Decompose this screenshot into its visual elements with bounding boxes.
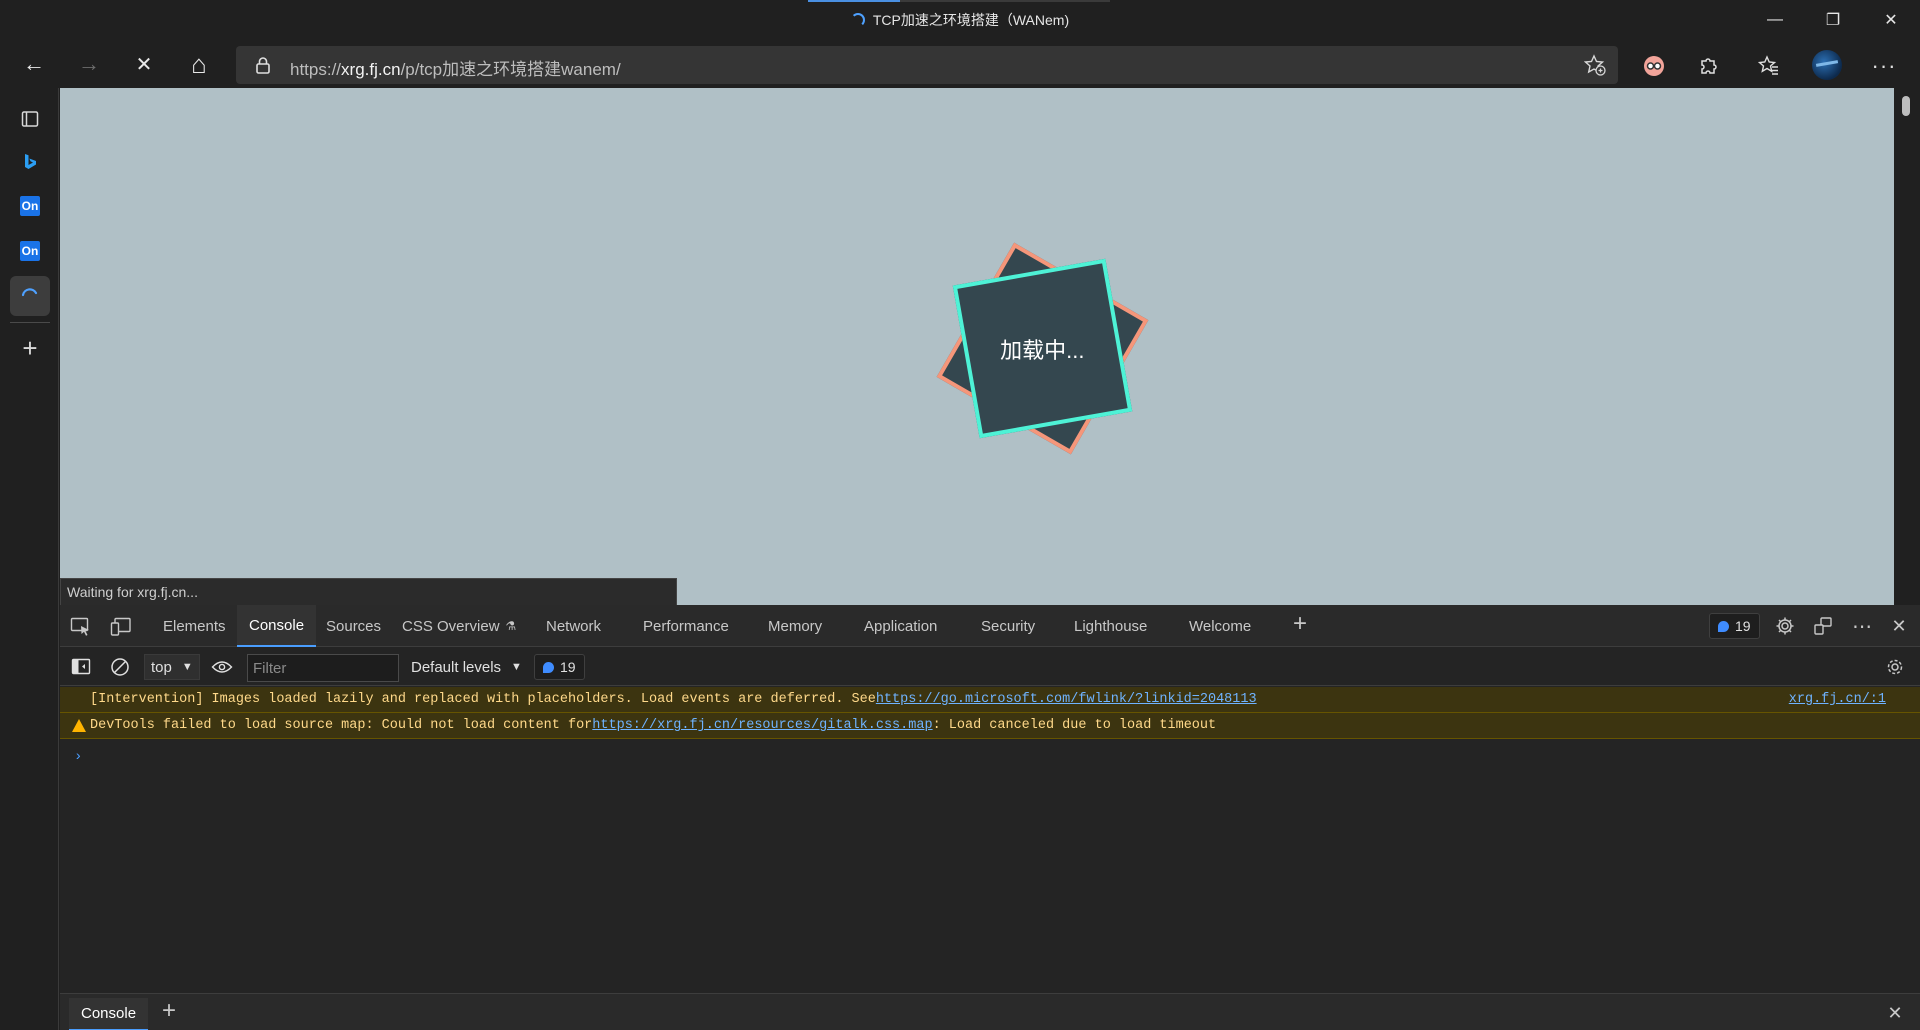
tab-memory[interactable]: Memory: [756, 605, 834, 647]
title-bar: TCP加速之环境搭建（WANem) — ❐ ✕: [0, 0, 1920, 40]
extension-avatar-icon[interactable]: [1636, 48, 1672, 84]
device-emulation-icon[interactable]: [108, 616, 134, 638]
console-filter-input[interactable]: [247, 654, 399, 682]
outlook-tab-1[interactable]: On: [10, 186, 50, 226]
stop-button[interactable]: ✕: [124, 44, 164, 84]
clear-console-icon[interactable]: [107, 656, 133, 678]
tab-network[interactable]: Network: [534, 605, 613, 647]
message-link[interactable]: https://go.microsoft.com/fwlink/?linkid=…: [876, 692, 1257, 707]
issues-counter[interactable]: 19: [1709, 613, 1760, 639]
window-title-text: TCP加速之环境搭建（WANem): [872, 12, 1070, 28]
sidebar-toggle-icon[interactable]: [68, 656, 94, 678]
more-options-button[interactable]: ···: [1866, 48, 1902, 84]
log-levels-label: Default levels: [411, 658, 502, 676]
new-tab-button[interactable]: +: [10, 328, 50, 368]
live-expression-eye-icon[interactable]: [209, 656, 235, 678]
add-tool-button[interactable]: +: [1287, 610, 1313, 637]
sidebar-divider: [10, 322, 50, 323]
warning-icon: [72, 719, 86, 732]
tab-security[interactable]: Security: [969, 605, 1047, 647]
restore-button[interactable]: ❐: [1804, 0, 1862, 40]
tab-sources[interactable]: Sources: [314, 605, 393, 647]
vertical-tabs-sidebar: On On +: [0, 88, 59, 1030]
dropdown-arrow-icon: ▼: [511, 661, 522, 673]
dropdown-arrow-icon: ▼: [181, 661, 193, 673]
scrollbar-thumb[interactable]: [1902, 96, 1910, 116]
add-favorite-icon[interactable]: [1584, 54, 1606, 76]
minimize-button[interactable]: —: [1746, 0, 1804, 40]
loading-spinner-icon: [21, 288, 38, 297]
window-title: TCP加速之环境搭建（WANem): [0, 10, 1920, 30]
console-issues-counter[interactable]: 19: [534, 654, 585, 680]
console-issues-count: 19: [560, 659, 576, 675]
devtools-panel: Elements Console Sources CSS Overview ⚗ N…: [60, 605, 1920, 1030]
home-button[interactable]: ⌂: [179, 44, 219, 84]
message-source-link[interactable]: xrg.fj.cn/:1: [1789, 692, 1886, 707]
log-levels-dropdown[interactable]: Default levels ▼: [411, 654, 522, 680]
gear-icon[interactable]: [1772, 615, 1798, 637]
drawer-add-tool-button[interactable]: +: [156, 997, 182, 1024]
console-prompt[interactable]: ›: [74, 749, 82, 765]
lock-icon[interactable]: [254, 56, 272, 74]
url-text[interactable]: https://xrg.fj.cn/p/tcp加速之环境搭建wanem/: [290, 55, 621, 80]
message-link[interactable]: https://xrg.fj.cn/resources/gitalk.css.m…: [592, 718, 932, 733]
message-icon: [1718, 620, 1729, 632]
context-selector[interactable]: top ▼: [144, 654, 200, 680]
tab-console[interactable]: Console: [237, 605, 317, 647]
tab-progress-strip: [808, 0, 1110, 2]
close-window-button[interactable]: ✕: [1862, 0, 1920, 40]
console-message-intervention: [Intervention] Images loaded lazily and …: [60, 687, 1920, 713]
forward-button[interactable]: →: [69, 44, 109, 84]
loader-front-square: 加载中...: [952, 258, 1133, 439]
loader-text: 加载中...: [1000, 337, 1085, 363]
loading-tab[interactable]: [10, 276, 50, 316]
context-value: top: [151, 658, 172, 676]
outlook-tab-2[interactable]: On: [10, 231, 50, 271]
console-output[interactable]: [Intervention] Images loaded lazily and …: [60, 687, 1920, 993]
tab-application[interactable]: Application: [852, 605, 949, 647]
onedrive-icon: On: [20, 241, 40, 261]
back-button[interactable]: ←: [14, 44, 54, 84]
tab-performance[interactable]: Performance: [631, 605, 741, 647]
console-message-warning: DevTools failed to load source map: Coul…: [60, 713, 1920, 739]
console-settings-gear-icon[interactable]: [1882, 656, 1908, 678]
tab-elements[interactable]: Elements: [151, 605, 238, 647]
message-text-suffix: : Load canceled due to load timeout: [932, 718, 1217, 733]
page-viewport[interactable]: 加载中...: [60, 88, 1894, 605]
console-toolbar: top ▼ Default levels ▼ 19: [60, 648, 1920, 686]
navigation-bar: ← → ✕ ⌂ https://xrg.fj.cn/p/tcp加速之环境搭建wa…: [0, 40, 1920, 115]
close-devtools-button[interactable]: ✕: [1886, 615, 1912, 637]
message-icon: [543, 661, 554, 673]
favorites-icon[interactable]: [1751, 48, 1787, 84]
tab-lighthouse[interactable]: Lighthouse: [1062, 605, 1159, 647]
devtools-more-button[interactable]: ⋯: [1849, 615, 1875, 638]
loading-spinner-icon: [850, 13, 865, 27]
tab-actions-icon[interactable]: [10, 99, 50, 139]
page-scrollbar[interactable]: [1894, 88, 1920, 605]
tab-welcome[interactable]: Welcome: [1177, 605, 1263, 647]
connected-devices-icon[interactable]: [1810, 615, 1836, 637]
drawer-tab-console[interactable]: Console: [69, 998, 149, 1030]
loading-indicator: 加载中...: [936, 242, 1149, 455]
puzzle-icon[interactable]: [1691, 48, 1727, 84]
tab-css-overview-label: CSS Overview: [402, 617, 500, 635]
tab-css-overview[interactable]: CSS Overview ⚗: [390, 605, 528, 647]
devtools-drawer: Console + ✕: [60, 993, 1920, 1030]
profile-avatar[interactable]: [1812, 50, 1842, 80]
bing-icon: [25, 154, 36, 169]
status-bubble: Waiting for xrg.fj.cn...: [60, 578, 677, 605]
bing-tab[interactable]: [10, 142, 50, 182]
issues-count: 19: [1735, 618, 1751, 634]
inspect-element-icon[interactable]: [68, 616, 94, 638]
message-text: [Intervention] Images loaded lazily and …: [90, 692, 876, 707]
experiment-flask-icon: ⚗: [505, 619, 517, 633]
close-drawer-button[interactable]: ✕: [1882, 1002, 1908, 1024]
address-bar[interactable]: https://xrg.fj.cn/p/tcp加速之环境搭建wanem/: [236, 46, 1618, 84]
message-text: DevTools failed to load source map: Coul…: [90, 718, 593, 733]
devtools-tab-bar: Elements Console Sources CSS Overview ⚗ N…: [60, 605, 1920, 647]
onedrive-icon: On: [20, 196, 40, 216]
